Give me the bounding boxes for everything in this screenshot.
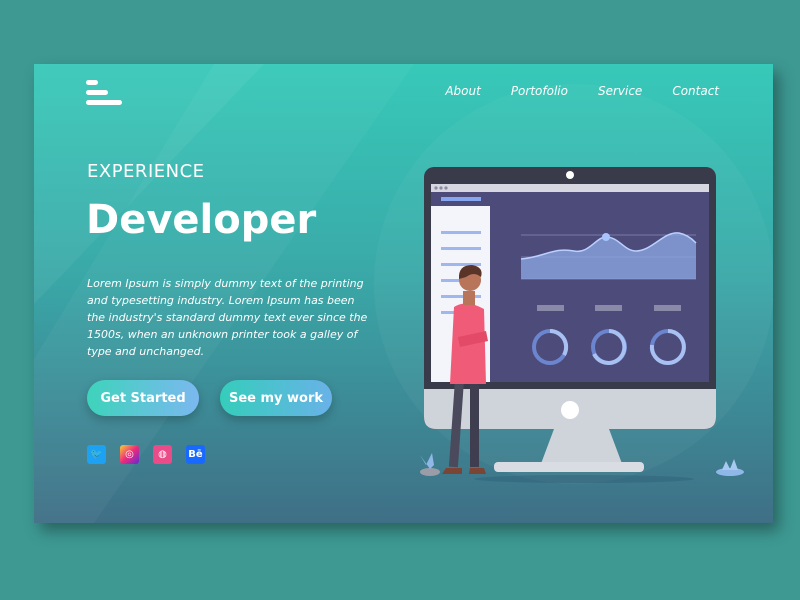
social-links: 🐦 ◎ ◍ Bē bbox=[87, 445, 205, 464]
get-started-button[interactable]: Get Started bbox=[87, 380, 199, 416]
developer-illustration bbox=[420, 167, 744, 483]
nav-service[interactable]: Service bbox=[598, 84, 642, 98]
hero-description: Lorem Ipsum is simply dummy text of the … bbox=[87, 277, 368, 358]
twitter-icon[interactable]: 🐦 bbox=[87, 445, 106, 464]
instagram-icon[interactable]: ◎ bbox=[120, 445, 139, 464]
behance-icon[interactable]: Bē bbox=[186, 445, 205, 464]
hero-card: About Portofolio Service Contact EXPERIE… bbox=[34, 64, 773, 523]
dribbble-icon[interactable]: ◍ bbox=[153, 445, 172, 464]
hero-title: Developer bbox=[86, 197, 317, 243]
top-nav: About Portofolio Service Contact bbox=[445, 84, 719, 98]
nav-portfolio[interactable]: Portofolio bbox=[511, 84, 568, 98]
hero-eyebrow: EXPERIENCE bbox=[87, 161, 205, 182]
nav-about[interactable]: About bbox=[445, 84, 480, 98]
menu-icon[interactable] bbox=[86, 80, 124, 106]
see-my-work-button[interactable]: See my work bbox=[220, 380, 332, 416]
nav-contact[interactable]: Contact bbox=[672, 84, 719, 98]
